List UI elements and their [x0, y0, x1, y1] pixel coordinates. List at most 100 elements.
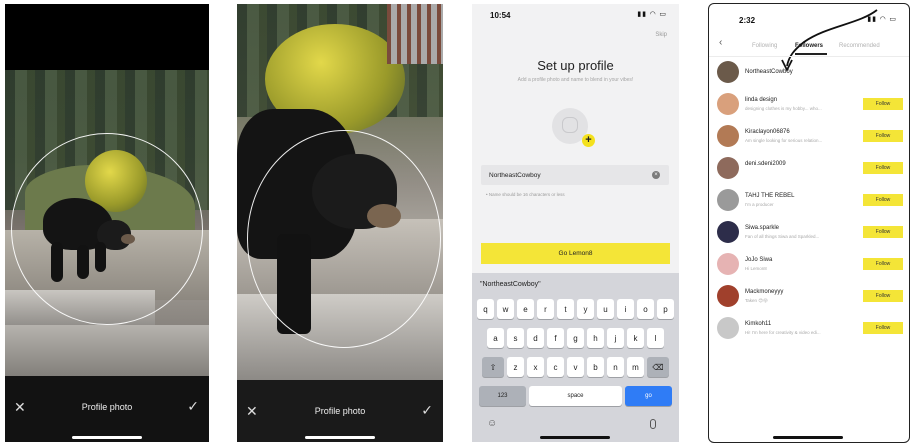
avatar[interactable]	[717, 253, 739, 275]
keyboard-row-3: ⇧ z x c v b n m ⌫	[472, 357, 679, 377]
list-item[interactable]: Siwa.sparkle Fan of all things Siwa and S…	[717, 221, 905, 247]
key[interactable]: c	[547, 357, 564, 377]
status-bar: 10:54 ▮▮ ◠ ▭	[472, 4, 679, 26]
list-item[interactable]: Kiraclayon06876 Am single looking for ser…	[717, 125, 905, 151]
go-key[interactable]: go	[625, 386, 672, 406]
follow-button[interactable]: Follow	[863, 162, 903, 174]
key[interactable]: y	[577, 299, 594, 319]
emoji-icon[interactable]: ☺	[487, 418, 497, 429]
username[interactable]: Kiraclayon06876	[745, 129, 790, 135]
list-item[interactable]: Mackmoneyyy Taken 😍😝 Follow	[717, 285, 905, 311]
list-item[interactable]: deni.sdeni2009 Follow	[717, 157, 905, 183]
keyboard: "NortheastCowboy" q w e r t y u i o p a …	[472, 273, 679, 442]
add-photo-icon[interactable]: +	[582, 134, 595, 147]
confirm-icon[interactable]: ✓	[187, 398, 199, 415]
key[interactable]: e	[517, 299, 534, 319]
avatar[interactable]	[717, 285, 739, 307]
follow-button[interactable]: Follow	[863, 130, 903, 142]
tab-recommended[interactable]: Recommended	[839, 43, 880, 49]
key[interactable]: t	[557, 299, 574, 319]
keyboard-suggestion[interactable]: "NortheastCowboy"	[480, 281, 541, 288]
home-indicator	[540, 436, 610, 439]
username[interactable]: Siwa.sparkle	[745, 225, 779, 231]
username[interactable]: JoJo Siwa	[745, 257, 772, 263]
key[interactable]: r	[537, 299, 554, 319]
key[interactable]: d	[527, 328, 544, 348]
shift-key[interactable]: ⇧	[482, 357, 504, 377]
space-key[interactable]: space	[529, 386, 622, 406]
user-bio: Am single looking for serious relation..…	[745, 138, 823, 143]
list-item[interactable]: JoJo Siwa Hi Lemon8 Follow	[717, 253, 905, 279]
key[interactable]: w	[497, 299, 514, 319]
username[interactable]: linda design	[745, 97, 777, 103]
go-lemon8-button[interactable]: Go Lemon8	[481, 243, 670, 264]
username[interactable]: deni.sdeni2009	[745, 161, 786, 167]
crop-screen-1: ✕ Profile photo ✓	[5, 4, 209, 442]
avatar[interactable]	[717, 93, 739, 115]
key[interactable]: a	[487, 328, 504, 348]
annotation-arrow-line	[786, 9, 878, 67]
list-item[interactable]: linda design designing clothes is my hobb…	[717, 93, 905, 119]
microphone-icon[interactable]	[650, 419, 656, 429]
key[interactable]: o	[637, 299, 654, 319]
key[interactable]: q	[477, 299, 494, 319]
bear-photo-zoomed	[237, 4, 443, 381]
tab-following[interactable]: Following	[752, 43, 777, 49]
toolbar-title: Profile photo	[314, 406, 366, 416]
username[interactable]: Kimkoh11	[745, 321, 771, 327]
confirm-icon[interactable]: ✓	[421, 402, 433, 419]
avatar[interactable]	[717, 221, 739, 243]
username[interactable]: Mackmoneyyy	[745, 289, 783, 295]
follow-button[interactable]: Follow	[863, 258, 903, 270]
key[interactable]: s	[507, 328, 524, 348]
crop-circle[interactable]	[11, 133, 203, 325]
numbers-key[interactable]: 123	[479, 386, 526, 406]
follow-button[interactable]: Follow	[863, 226, 903, 238]
key[interactable]: n	[607, 357, 624, 377]
key[interactable]: z	[507, 357, 524, 377]
skip-link[interactable]: Skip	[655, 32, 667, 38]
key[interactable]: g	[567, 328, 584, 348]
tab-bar: ‹ Following Followers Recommended	[709, 37, 909, 55]
list-item[interactable]: Kimkoh11 Hi! I'm here for creativity & vi…	[717, 317, 905, 343]
status-time: 10:54	[490, 11, 511, 20]
follow-button[interactable]: Follow	[863, 322, 903, 334]
follow-button[interactable]: Follow	[863, 98, 903, 110]
clear-input-icon[interactable]: ×	[652, 171, 660, 179]
user-bio: Hi Lemon8	[745, 266, 767, 271]
self-row[interactable]: NortheastCowboy	[717, 61, 905, 87]
key[interactable]: j	[607, 328, 624, 348]
avatar[interactable]	[717, 125, 739, 147]
key[interactable]: x	[527, 357, 544, 377]
key[interactable]: b	[587, 357, 604, 377]
key[interactable]: p	[657, 299, 674, 319]
page-title: Set up profile	[537, 58, 614, 73]
follow-button[interactable]: Follow	[863, 194, 903, 206]
page-subtitle: Add a profile photo and name to blend in…	[517, 77, 634, 83]
key[interactable]: f	[547, 328, 564, 348]
key[interactable]: k	[627, 328, 644, 348]
list-item[interactable]: TAHJ THE REBEL I'm a producer Follow	[717, 189, 905, 215]
key[interactable]: m	[627, 357, 644, 377]
tab-followers[interactable]: Followers	[795, 43, 823, 49]
crop-circle[interactable]	[247, 130, 441, 348]
follow-button[interactable]: Follow	[863, 290, 903, 302]
back-icon[interactable]: ‹	[719, 37, 722, 48]
avatar[interactable]	[717, 189, 739, 211]
key[interactable]: i	[617, 299, 634, 319]
username[interactable]: TAHJ THE REBEL	[745, 193, 794, 199]
key[interactable]: v	[567, 357, 584, 377]
key[interactable]: l	[647, 328, 664, 348]
keyboard-row-1: q w e r t y u i o p	[472, 299, 679, 319]
name-hint: • Name should be 16 characters or less	[486, 192, 565, 197]
home-indicator	[72, 436, 142, 439]
crop-toolbar: ✕ Profile photo ✓	[5, 376, 209, 442]
key[interactable]: u	[597, 299, 614, 319]
avatar[interactable]	[717, 317, 739, 339]
crop-screen-2: ✕ Profile photo ✓	[237, 4, 443, 442]
avatar	[717, 61, 739, 83]
key[interactable]: h	[587, 328, 604, 348]
username-input[interactable]	[481, 165, 669, 185]
delete-key[interactable]: ⌫	[647, 357, 669, 377]
avatar[interactable]	[717, 157, 739, 179]
